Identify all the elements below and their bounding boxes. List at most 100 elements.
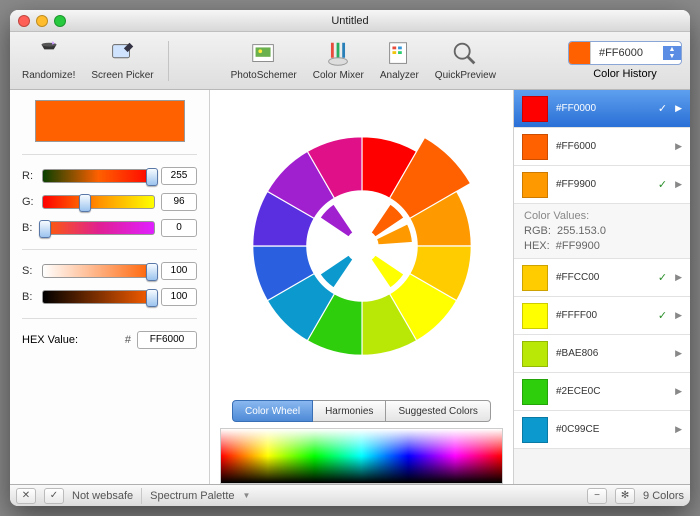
swatch-chip [522,134,548,160]
analyzer-button[interactable]: Analyzer [376,38,423,83]
swatch-hex: #2ECE0C [556,386,667,397]
disclosure-icon[interactable]: ▶ [675,386,682,397]
photo-schemer-label: PhotoSchemer [231,70,297,81]
panel-center: Color Wheel Harmonies Suggested Colors [210,90,514,484]
color-values-box: Color Values: RGB: 255.153.0 HEX: #FF990… [514,204,690,259]
screen-picker-label: Screen Picker [91,70,153,81]
swatch-hex: #BAE806 [556,348,667,359]
zoom-icon[interactable] [54,15,66,27]
swatch-row[interactable]: #FF0000 ✓ ▶ [514,90,690,128]
swatch-row[interactable]: #FFCC00 ✓ ▶ [514,259,690,297]
swatch-chip [522,417,548,443]
statusbar: ✕ ✓ Not websafe Spectrum Palette ▼ − ✻ 9… [10,484,690,506]
swatch-row[interactable]: #BAE806 ▶ [514,335,690,373]
slider-b-value[interactable]: 0 [161,219,197,237]
check-icon: ✓ [658,102,667,115]
swatch-row[interactable]: #FF6000 ▶ [514,128,690,166]
swatch-chip [522,96,548,122]
app-window: Untitled Randomize! Screen Picker PhotoS… [10,10,690,506]
swatch-hex: #FFCC00 [556,272,650,283]
color-mixer-label: Color Mixer [313,70,364,81]
quick-preview-label: QuickPreview [435,70,496,81]
spectrum-palette[interactable] [220,428,503,484]
swatch-chip [522,341,548,367]
swatch-row[interactable]: #0C99CE ▶ [514,411,690,449]
swatch-chip [522,379,548,405]
toolbar: Randomize! Screen Picker PhotoSchemer Co… [10,32,690,90]
swatch-chip [522,265,548,291]
slider-br-track[interactable] [42,290,155,304]
slider-g: G: 96 [22,193,197,211]
wheel-area [220,98,503,394]
slider-b-track[interactable] [42,221,155,235]
swatch-hex: #0C99CE [556,424,667,435]
swatch-options-button[interactable]: ✻ [615,488,635,504]
swatch-hex: #FF6000 [556,141,667,152]
slider-r-track[interactable] [42,169,155,183]
tab-harmonies[interactable]: Harmonies [313,400,386,422]
disclosure-icon[interactable]: ▶ [675,348,682,359]
analyzer-icon [384,40,414,68]
slider-b: B: 0 [22,219,197,237]
disclosure-icon[interactable]: ▶ [675,424,682,435]
slider-g-value[interactable]: 96 [161,193,197,211]
slider-s-track[interactable] [42,264,155,278]
color-history-field[interactable]: #FF6000 ▲▼ [568,41,682,65]
swatch-row[interactable]: #2ECE0C ▶ [514,373,690,411]
slider-s-value[interactable]: 100 [161,262,197,280]
swatch-row[interactable]: #FF9900 ✓ ▶ [514,166,690,204]
status-websafe: Not websafe [72,490,133,502]
color-history-label: Color History [593,68,657,80]
slider-s: S: 100 [22,262,197,280]
randomize-button[interactable]: Randomize! [18,38,79,83]
panel-right: #FF0000 ✓ ▶ #FF6000 ▶ #FF9900 ✓ ▶ Color … [514,90,690,484]
hex-label: HEX Value: [22,334,78,346]
slider-br-value[interactable]: 100 [161,288,197,306]
color-mixer-button[interactable]: Color Mixer [309,38,368,83]
disclosure-icon[interactable]: ▶ [675,141,682,152]
main-swatch[interactable] [35,100,185,142]
color-wheel[interactable] [247,131,477,361]
disclosure-icon[interactable]: ▶ [675,272,682,283]
slider-r: R: 255 [22,167,197,185]
color-history: #FF6000 ▲▼ Color History [568,41,682,80]
tab-color-wheel[interactable]: Color Wheel [232,400,313,422]
disclosure-icon[interactable]: ▶ [675,179,682,190]
mixer-icon [323,40,353,68]
cv-title: Color Values: [524,210,680,222]
window-title: Untitled [66,15,634,27]
content: R: 255 G: 96 B: 0 S: 100 B: [10,90,690,484]
status-count: 9 Colors [643,490,684,502]
check-icon: ✓ [658,309,667,322]
status-action-1[interactable]: ✕ [16,488,36,504]
minimize-icon[interactable] [36,15,48,27]
slider-g-track[interactable] [42,195,155,209]
history-swatch [569,42,591,64]
photo-schemer-button[interactable]: PhotoSchemer [227,38,301,83]
history-stepper[interactable]: ▲▼ [663,46,681,60]
separator [168,41,169,81]
history-hex: #FF6000 [591,47,663,59]
screen-picker-button[interactable]: Screen Picker [87,38,157,83]
close-icon[interactable] [18,15,30,27]
status-palette: Spectrum Palette [150,490,234,502]
hex-input[interactable]: FF6000 [137,331,197,349]
check-icon: ✓ [658,271,667,284]
remove-swatch-button[interactable]: − [587,488,607,504]
slider-r-value[interactable]: 255 [161,167,197,185]
chevron-down-icon[interactable]: ▼ [243,491,251,500]
swatch-list: #FF0000 ✓ ▶ #FF6000 ▶ #FF9900 ✓ ▶ Color … [514,90,690,484]
analyzer-label: Analyzer [380,70,419,81]
swatch-chip [522,303,548,329]
quick-preview-button[interactable]: QuickPreview [431,38,500,83]
swatch-hex: #FFFF00 [556,310,650,321]
disclosure-icon[interactable]: ▶ [675,310,682,321]
status-action-2[interactable]: ✓ [44,488,64,504]
panel-left: R: 255 G: 96 B: 0 S: 100 B: [10,90,210,484]
swatch-row[interactable]: #FFFF00 ✓ ▶ [514,297,690,335]
tab-suggested[interactable]: Suggested Colors [386,400,491,422]
disclosure-icon[interactable]: ▶ [675,103,682,114]
titlebar: Untitled [10,10,690,32]
traffic-lights [18,15,66,27]
wand-icon [34,40,64,68]
